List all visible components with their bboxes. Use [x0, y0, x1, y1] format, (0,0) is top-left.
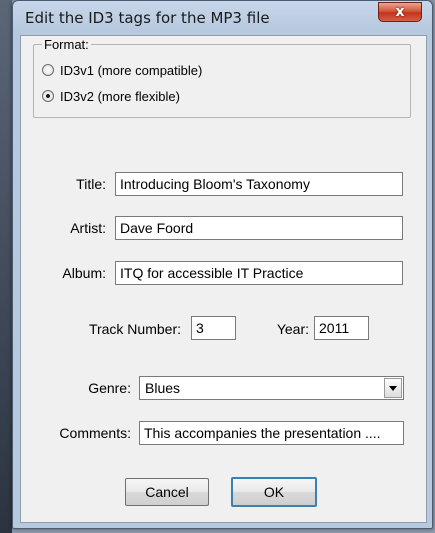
id3-tag-dialog: Edit the ID3 tags for the MP3 file x For…: [12, 0, 433, 529]
artist-field[interactable]: [115, 216, 403, 240]
radio-id3v2[interactable]: ID3v2 (more flexible): [42, 87, 180, 105]
dialog-body: Format: ID3v1 (more compatible) ID3v2 (m…: [20, 35, 427, 523]
radio-id3v1-circle[interactable]: [42, 64, 54, 76]
genre-dropdown-button[interactable]: [384, 378, 402, 398]
close-button[interactable]: x: [378, 2, 422, 22]
dialog-title: Edit the ID3 tags for the MP3 file: [25, 9, 270, 27]
title-bar[interactable]: Edit the ID3 tags for the MP3 file x: [13, 1, 432, 35]
track-number-label: Track Number:: [88, 321, 181, 337]
artist-label: Artist:: [70, 220, 106, 236]
radio-id3v2-circle[interactable]: [42, 90, 54, 102]
comments-field[interactable]: [139, 421, 404, 445]
cancel-button[interactable]: Cancel: [125, 478, 209, 506]
radio-id3v1-label: ID3v1 (more compatible): [60, 62, 203, 78]
radio-id3v1[interactable]: ID3v1 (more compatible): [42, 61, 202, 79]
background-app: [0, 0, 12, 533]
format-group: Format: ID3v1 (more compatible) ID3v2 (m…: [33, 37, 411, 118]
radio-id3v2-label: ID3v2 (more flexible): [60, 88, 180, 104]
genre-select[interactable]: Blues: [139, 376, 404, 400]
comments-label: Comments:: [59, 425, 131, 441]
format-legend: Format:: [42, 37, 91, 52]
year-field[interactable]: [314, 316, 369, 340]
title-field[interactable]: [115, 172, 403, 196]
album-label: Album:: [62, 265, 106, 281]
chevron-down-icon: [389, 385, 397, 391]
title-label: Title:: [76, 176, 106, 192]
year-label: Year:: [276, 321, 309, 337]
ok-button[interactable]: OK: [231, 477, 317, 507]
track-number-field[interactable]: [191, 316, 236, 340]
close-icon: x: [395, 4, 405, 20]
genre-value: Blues: [145, 380, 181, 396]
genre-label: Genre:: [88, 380, 131, 396]
album-field[interactable]: [115, 261, 403, 285]
